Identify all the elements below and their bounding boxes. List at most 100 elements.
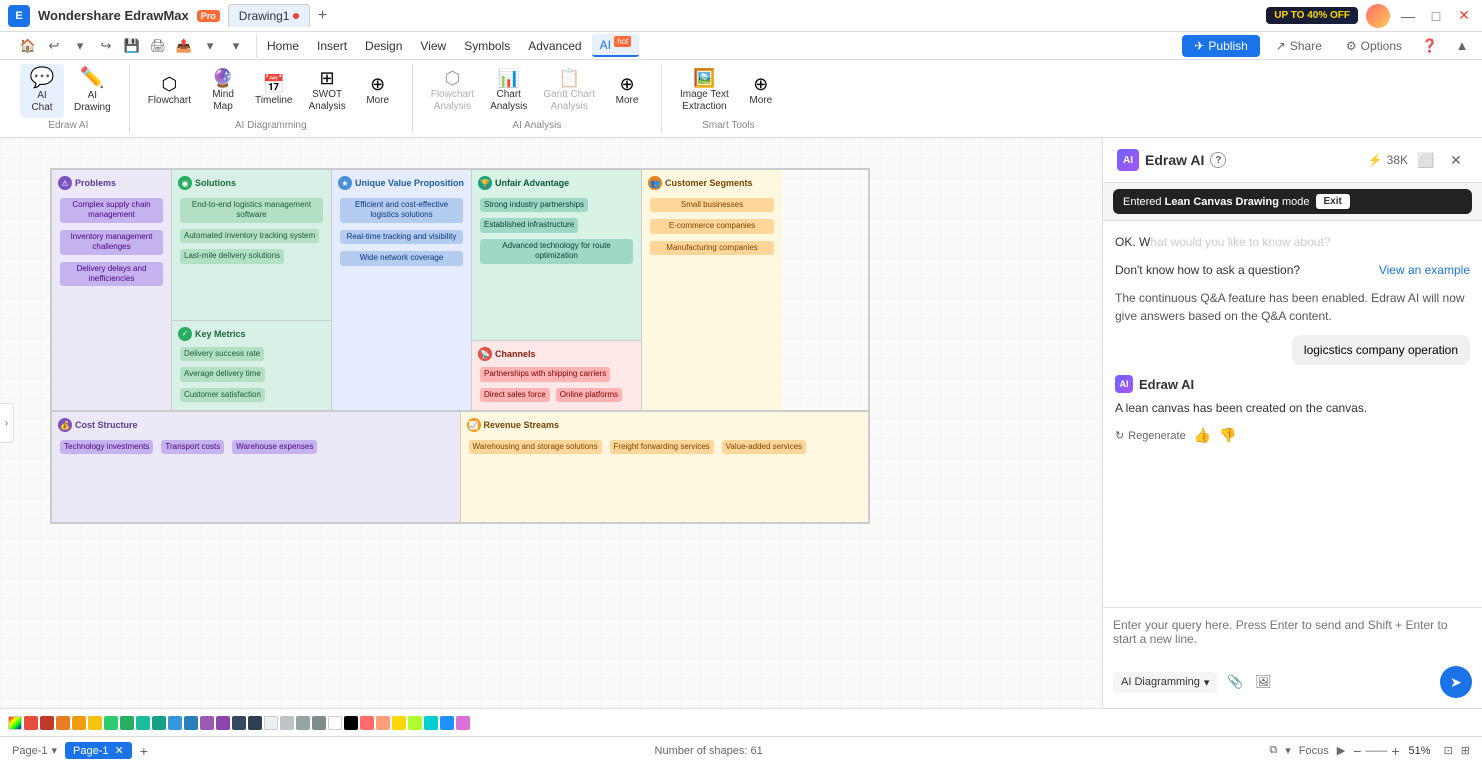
drawing-tab[interactable]: Drawing1: [228, 4, 311, 27]
publish-button[interactable]: ✈ Publish: [1182, 35, 1259, 57]
thumbup-button[interactable]: 👍: [1194, 427, 1211, 444]
fit-page-button[interactable]: ⊞: [1461, 744, 1470, 757]
ribbon-analysis-label: AI Analysis: [512, 120, 561, 133]
color-swatch-19[interactable]: [312, 716, 326, 730]
color-swatch-10[interactable]: [168, 716, 182, 730]
page-nav-dropdown[interactable]: ▾: [51, 744, 57, 757]
menu-insert[interactable]: Insert: [309, 36, 355, 56]
color-swatch-3[interactable]: [56, 716, 70, 730]
color-swatch-15[interactable]: [248, 716, 262, 730]
color-swatch-27[interactable]: [440, 716, 454, 730]
export-dropdown[interactable]: ▾: [198, 34, 222, 58]
color-swatch-13[interactable]: [216, 716, 230, 730]
color-swatch-4[interactable]: [72, 716, 86, 730]
ai-mode-selector[interactable]: AI Diagramming ▾: [1113, 672, 1217, 693]
options-button[interactable]: ⚙ Options: [1338, 35, 1410, 57]
menu-design[interactable]: Design: [357, 36, 410, 56]
entry-message-text: OK. What would you like to know about?: [1115, 235, 1330, 249]
color-swatch-6[interactable]: [104, 716, 118, 730]
layers-dropdown[interactable]: ▾: [1285, 744, 1291, 757]
ribbon-more-diag[interactable]: ⊕ More: [356, 71, 400, 111]
ribbon-timeline[interactable]: 📅 Timeline: [249, 71, 298, 111]
zoom-slider[interactable]: ——: [1365, 745, 1387, 757]
color-swatch-9[interactable]: [152, 716, 166, 730]
color-swatch-26[interactable]: [424, 716, 438, 730]
tab-add-button[interactable]: +: [312, 6, 332, 26]
ribbon-more-smart[interactable]: ⊕ More: [739, 71, 783, 111]
share-button[interactable]: ↗ Share: [1268, 35, 1330, 57]
canvas-area[interactable]: › ⚠ Problems Complex supply chain manage…: [0, 138, 1102, 708]
ai-panel-expand[interactable]: ⬜: [1414, 148, 1438, 172]
color-swatch-5[interactable]: [88, 716, 102, 730]
color-swatch-28[interactable]: [456, 716, 470, 730]
color-swatch-8[interactable]: [136, 716, 150, 730]
color-swatch-7[interactable]: [120, 716, 134, 730]
ribbon-swot[interactable]: ⊞ SWOTAnalysis: [302, 65, 351, 117]
color-swatch-24[interactable]: [392, 716, 406, 730]
menu-symbols[interactable]: Symbols: [456, 36, 518, 56]
color-swatch-22[interactable]: [360, 716, 374, 730]
ribbon-chart-analysis[interactable]: 📊 ChartAnalysis: [484, 65, 533, 117]
lean-canvas-segments: 👥 Customer Segments Small businesses E-c…: [642, 170, 782, 410]
active-page-tab[interactable]: Page-1 ✕: [65, 742, 132, 759]
user-avatar[interactable]: [1366, 4, 1390, 28]
zoom-out-button[interactable]: −: [1353, 743, 1361, 759]
ribbon-ai-chat[interactable]: 💬 AIChat: [20, 64, 64, 118]
menu-ai[interactable]: AI hot: [592, 34, 640, 57]
color-swatch-14[interactable]: [232, 716, 246, 730]
undo-button[interactable]: ↩: [42, 34, 66, 58]
menu-view[interactable]: View: [412, 36, 454, 56]
attachment-icon[interactable]: 📎: [1223, 670, 1247, 694]
save-button[interactable]: 💾: [120, 34, 144, 58]
sidebar-collapse-button[interactable]: ›: [0, 403, 14, 443]
sale-badge[interactable]: UP TO 40% OFF: [1266, 7, 1358, 24]
ribbon-more-analysis[interactable]: ⊕ More: [605, 71, 649, 111]
redo-button[interactable]: ↪: [94, 34, 118, 58]
print-button[interactable]: 🖨: [146, 34, 170, 58]
focus-label[interactable]: Focus: [1299, 745, 1329, 757]
color-swatch-23[interactable]: [376, 716, 390, 730]
fit-width-button[interactable]: ⊡: [1444, 744, 1453, 757]
add-page-button[interactable]: +: [140, 743, 148, 759]
more-quick[interactable]: ▾: [224, 34, 248, 58]
ai-panel-collapse[interactable]: ✕: [1444, 148, 1468, 172]
export-button[interactable]: 📤: [172, 34, 196, 58]
image-icon[interactable]: 🖼: [1251, 670, 1275, 694]
home-icon[interactable]: 🏠: [16, 34, 40, 58]
ai-messages-list: OK. What would you like to know about? D…: [1103, 221, 1482, 607]
page-tab-close[interactable]: ✕: [115, 744, 124, 757]
menu-home[interactable]: Home: [259, 36, 307, 56]
color-swatch-25[interactable]: [408, 716, 422, 730]
regenerate-button[interactable]: ↻ Regenerate: [1115, 429, 1186, 442]
ribbon-image-text[interactable]: 🖼️ Image TextExtraction: [674, 65, 735, 117]
play-button[interactable]: ▶: [1337, 744, 1345, 757]
ribbon-flowchart[interactable]: ⬡ Flowchart: [142, 71, 197, 111]
color-swatch-20[interactable]: [328, 716, 342, 730]
undo-dropdown[interactable]: ▾: [68, 34, 92, 58]
ribbon-ai-drawing[interactable]: ✏️ AIDrawing: [68, 64, 117, 118]
help-button[interactable]: ❓: [1418, 34, 1442, 58]
maximize-button[interactable]: □: [1426, 6, 1446, 26]
color-swatch-12[interactable]: [200, 716, 214, 730]
thumbdown-button[interactable]: 👎: [1219, 427, 1236, 444]
color-swatch-17[interactable]: [280, 716, 294, 730]
color-palette-spectrum[interactable]: [8, 716, 22, 730]
exit-mode-button[interactable]: Exit: [1316, 194, 1350, 209]
ai-help-icon[interactable]: ?: [1210, 152, 1226, 168]
ribbon-collapse[interactable]: ▲: [1450, 34, 1474, 58]
color-swatch-1[interactable]: [24, 716, 38, 730]
color-swatch-18[interactable]: [296, 716, 310, 730]
zoom-in-button[interactable]: +: [1391, 743, 1399, 759]
close-button[interactable]: ✕: [1454, 6, 1474, 26]
view-example-link[interactable]: View an example: [1379, 261, 1470, 279]
minimize-button[interactable]: —: [1398, 6, 1418, 26]
ai-send-button[interactable]: ➤: [1440, 666, 1472, 698]
menu-advanced[interactable]: Advanced: [520, 36, 589, 56]
ai-query-input[interactable]: [1113, 618, 1472, 658]
layers-icon[interactable]: ⧉: [1269, 744, 1277, 757]
color-swatch-11[interactable]: [184, 716, 198, 730]
color-swatch-16[interactable]: [264, 716, 278, 730]
color-swatch-21[interactable]: [344, 716, 358, 730]
ribbon-mindmap[interactable]: 🔮 MindMap: [201, 65, 245, 117]
color-swatch-2[interactable]: [40, 716, 54, 730]
